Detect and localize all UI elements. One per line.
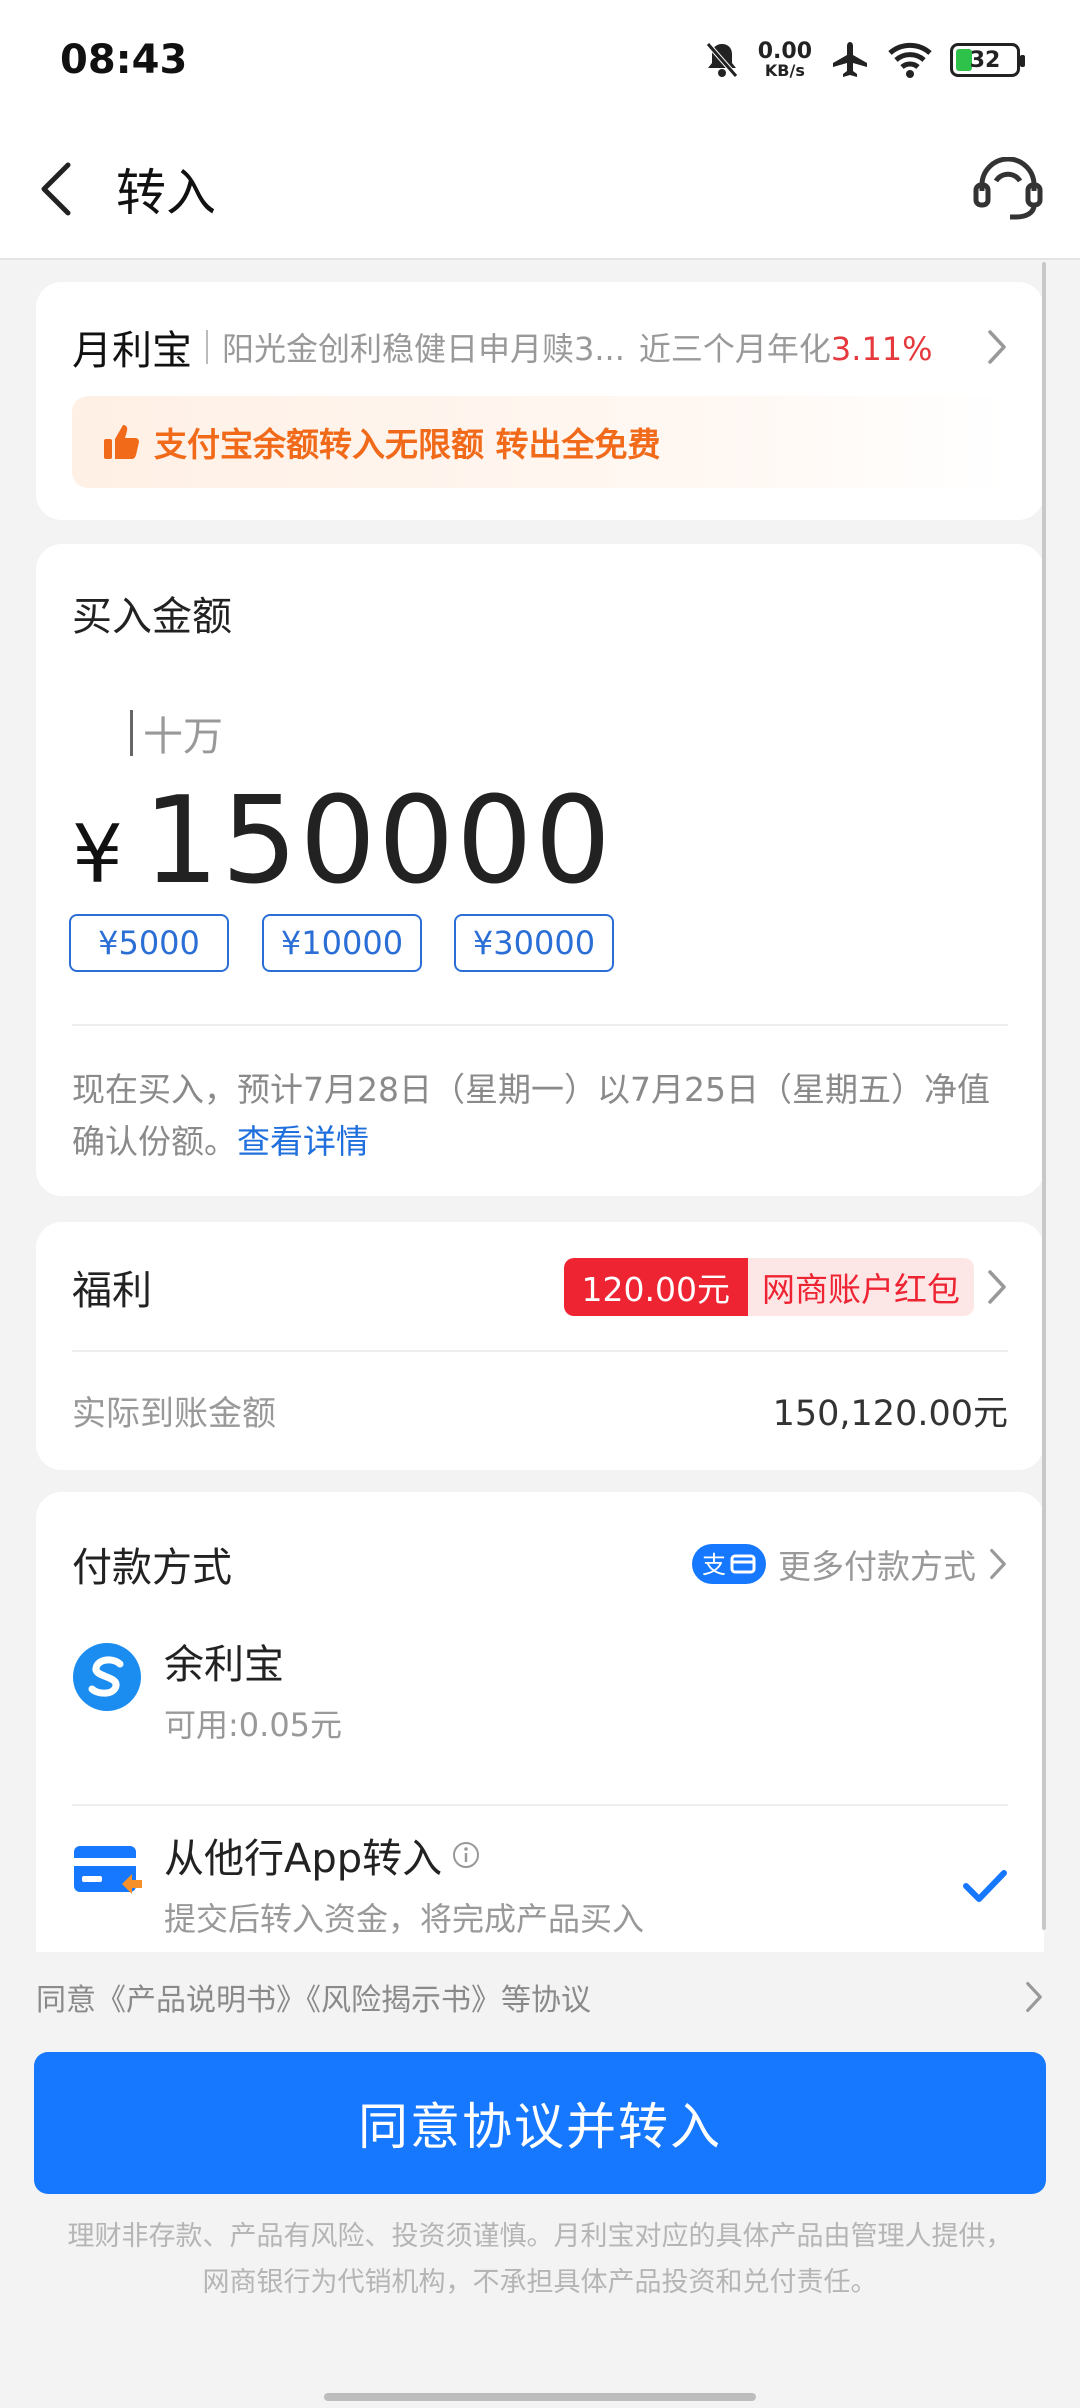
bell-muted-icon — [705, 42, 738, 78]
red-packet-badge[interactable]: 120.00元 网商账户红包 — [563, 1258, 974, 1316]
back-arrow-icon[interactable] — [36, 159, 76, 219]
payment-method-name: 从他行App转入 — [164, 1826, 644, 1884]
purchase-title: 买入金额 — [72, 594, 232, 640]
amount-input[interactable]: ¥ 150000 — [72, 772, 613, 911]
scrollbar[interactable] — [1042, 262, 1046, 1930]
payment-method-balance: 可用:0.05元 — [164, 1706, 343, 1744]
more-payment-label: 更多付款方式 — [778, 1547, 976, 1586]
payment-method-yulibao[interactable]: 余利宝 可用:0.05元 — [72, 1632, 1008, 1746]
view-details-link[interactable]: 查看详情 — [237, 1122, 369, 1161]
product-yield: 近三个月年化3.11% — [638, 330, 933, 368]
agree-and-transfer-button[interactable]: 同意协议并转入 — [34, 2052, 1046, 2194]
amount-unit-hint: 十万 — [130, 704, 223, 762]
yulibao-icon — [73, 1643, 141, 1711]
battery-indicator: 32 — [950, 43, 1025, 77]
chevron-right-icon — [990, 1549, 1006, 1579]
payment-header: 付款方式 支 更多付款方式 — [36, 1492, 1044, 1636]
checkmark-icon — [963, 1870, 1007, 1902]
quick-amount-10000[interactable]: ¥10000 — [262, 914, 422, 972]
quick-amount-30000[interactable]: ¥30000 — [454, 914, 614, 972]
promo-banner: 支付宝余额转入无限额 转出全免费 — [72, 396, 1008, 488]
actual-amount-row: 实际到账金额 150,120.00元 — [36, 1352, 1044, 1468]
status-bar: 08:43 0.00 KB/s 32 — [0, 0, 1080, 120]
alipay-icon: 支 — [692, 1544, 766, 1584]
actual-amount-value: 150,120.00元 — [772, 1393, 1008, 1434]
welfare-title: 福利 — [72, 1268, 152, 1314]
agreement-text: 同意《产品说明书》《风险揭示书》等协议 — [36, 1983, 591, 2018]
wifi-icon — [888, 42, 932, 78]
red-packet-amount: 120.00元 — [563, 1258, 748, 1316]
risk-disclaimer: 理财非存款、产品有风险、投资须谨慎。月利宝对应的具体产品由管理人提供， 网商银行… — [67, 2221, 1013, 2298]
agreement-row[interactable]: 同意《产品说明书》《风险揭示书》等协议 — [0, 1952, 1080, 2042]
more-payment-methods[interactable]: 支 更多付款方式 — [692, 1540, 1008, 1588]
product-row[interactable]: 月利宝 阳光金创利稳健日申月赎3... 近三个月年化3.11% — [36, 282, 1044, 382]
payment-method-desc: 提交后转入资金，将完成产品买入 — [164, 1900, 645, 1938]
divider — [72, 1024, 1008, 1026]
product-separator — [206, 330, 208, 364]
divider — [72, 1804, 1008, 1806]
text-cursor — [130, 710, 133, 756]
status-icons: 0.00 KB/s 32 — [704, 39, 1025, 80]
currency-symbol: ¥ — [72, 808, 123, 901]
red-packet-label: 网商账户红包 — [748, 1258, 974, 1316]
quick-amount-5000[interactable]: ¥5000 — [69, 914, 229, 972]
welfare-card: 福利 120.00元 网商账户红包 实际到账金额 150,120.00元 — [36, 1222, 1044, 1470]
payment-title: 付款方式 — [72, 1545, 232, 1591]
thumbs-up-icon — [104, 425, 139, 459]
svg-text:支: 支 — [702, 1551, 726, 1579]
info-icon[interactable] — [452, 1841, 480, 1869]
payment-method-name: 余利宝 — [164, 1642, 284, 1688]
divider — [72, 1350, 1008, 1352]
status-time: 08:43 — [60, 37, 188, 83]
product-card[interactable]: 月利宝 阳光金创利稳健日申月赎3... 近三个月年化3.11% 支付宝余额转入无… — [36, 282, 1044, 520]
promo-text: 支付宝余额转入无限额 转出全免费 — [154, 425, 661, 464]
payment-card: 付款方式 支 更多付款方式 余利宝 可用:0.05元 从他行App转入 提交后转… — [36, 1492, 1044, 1952]
home-indicator[interactable] — [324, 2393, 756, 2401]
airplane-icon — [833, 42, 867, 77]
chevron-right-icon — [988, 1270, 1006, 1304]
product-fund-name: 阳光金创利稳健日申月赎3... — [222, 330, 625, 368]
nav-bar: 转入 — [0, 120, 1080, 260]
yield-value: 3.11% — [830, 330, 933, 368]
page-title: 转入 — [116, 164, 216, 222]
chevron-right-icon — [1026, 1982, 1042, 2012]
scroll-content[interactable]: 月利宝 阳光金创利稳健日申月赎3... 近三个月年化3.11% 支付宝余额转入无… — [0, 262, 1080, 1952]
payment-method-other-bank[interactable]: 从他行App转入 提交后转入资金，将完成产品买入 — [72, 1826, 1008, 1940]
chevron-right-icon — [988, 330, 1006, 364]
welfare-row[interactable]: 福利 120.00元 网商账户红包 — [36, 1222, 1044, 1352]
net-speed: 0.00 KB/s — [757, 39, 812, 80]
bank-card-icon — [74, 1846, 142, 1894]
amount-value: 150000 — [142, 772, 613, 911]
purchase-card: 买入金额 十万 ¥ 150000 ¥5000 ¥10000 ¥30000 现在买… — [36, 544, 1044, 1196]
confirm-notice: 现在买入，预计7月28日（星期一）以7月25日（星期五）净值确认份额。查看详情 — [72, 1070, 990, 1161]
customer-service-icon[interactable] — [972, 157, 1044, 221]
product-name: 月利宝 — [72, 328, 192, 374]
actual-amount-label: 实际到账金额 — [72, 1393, 276, 1434]
